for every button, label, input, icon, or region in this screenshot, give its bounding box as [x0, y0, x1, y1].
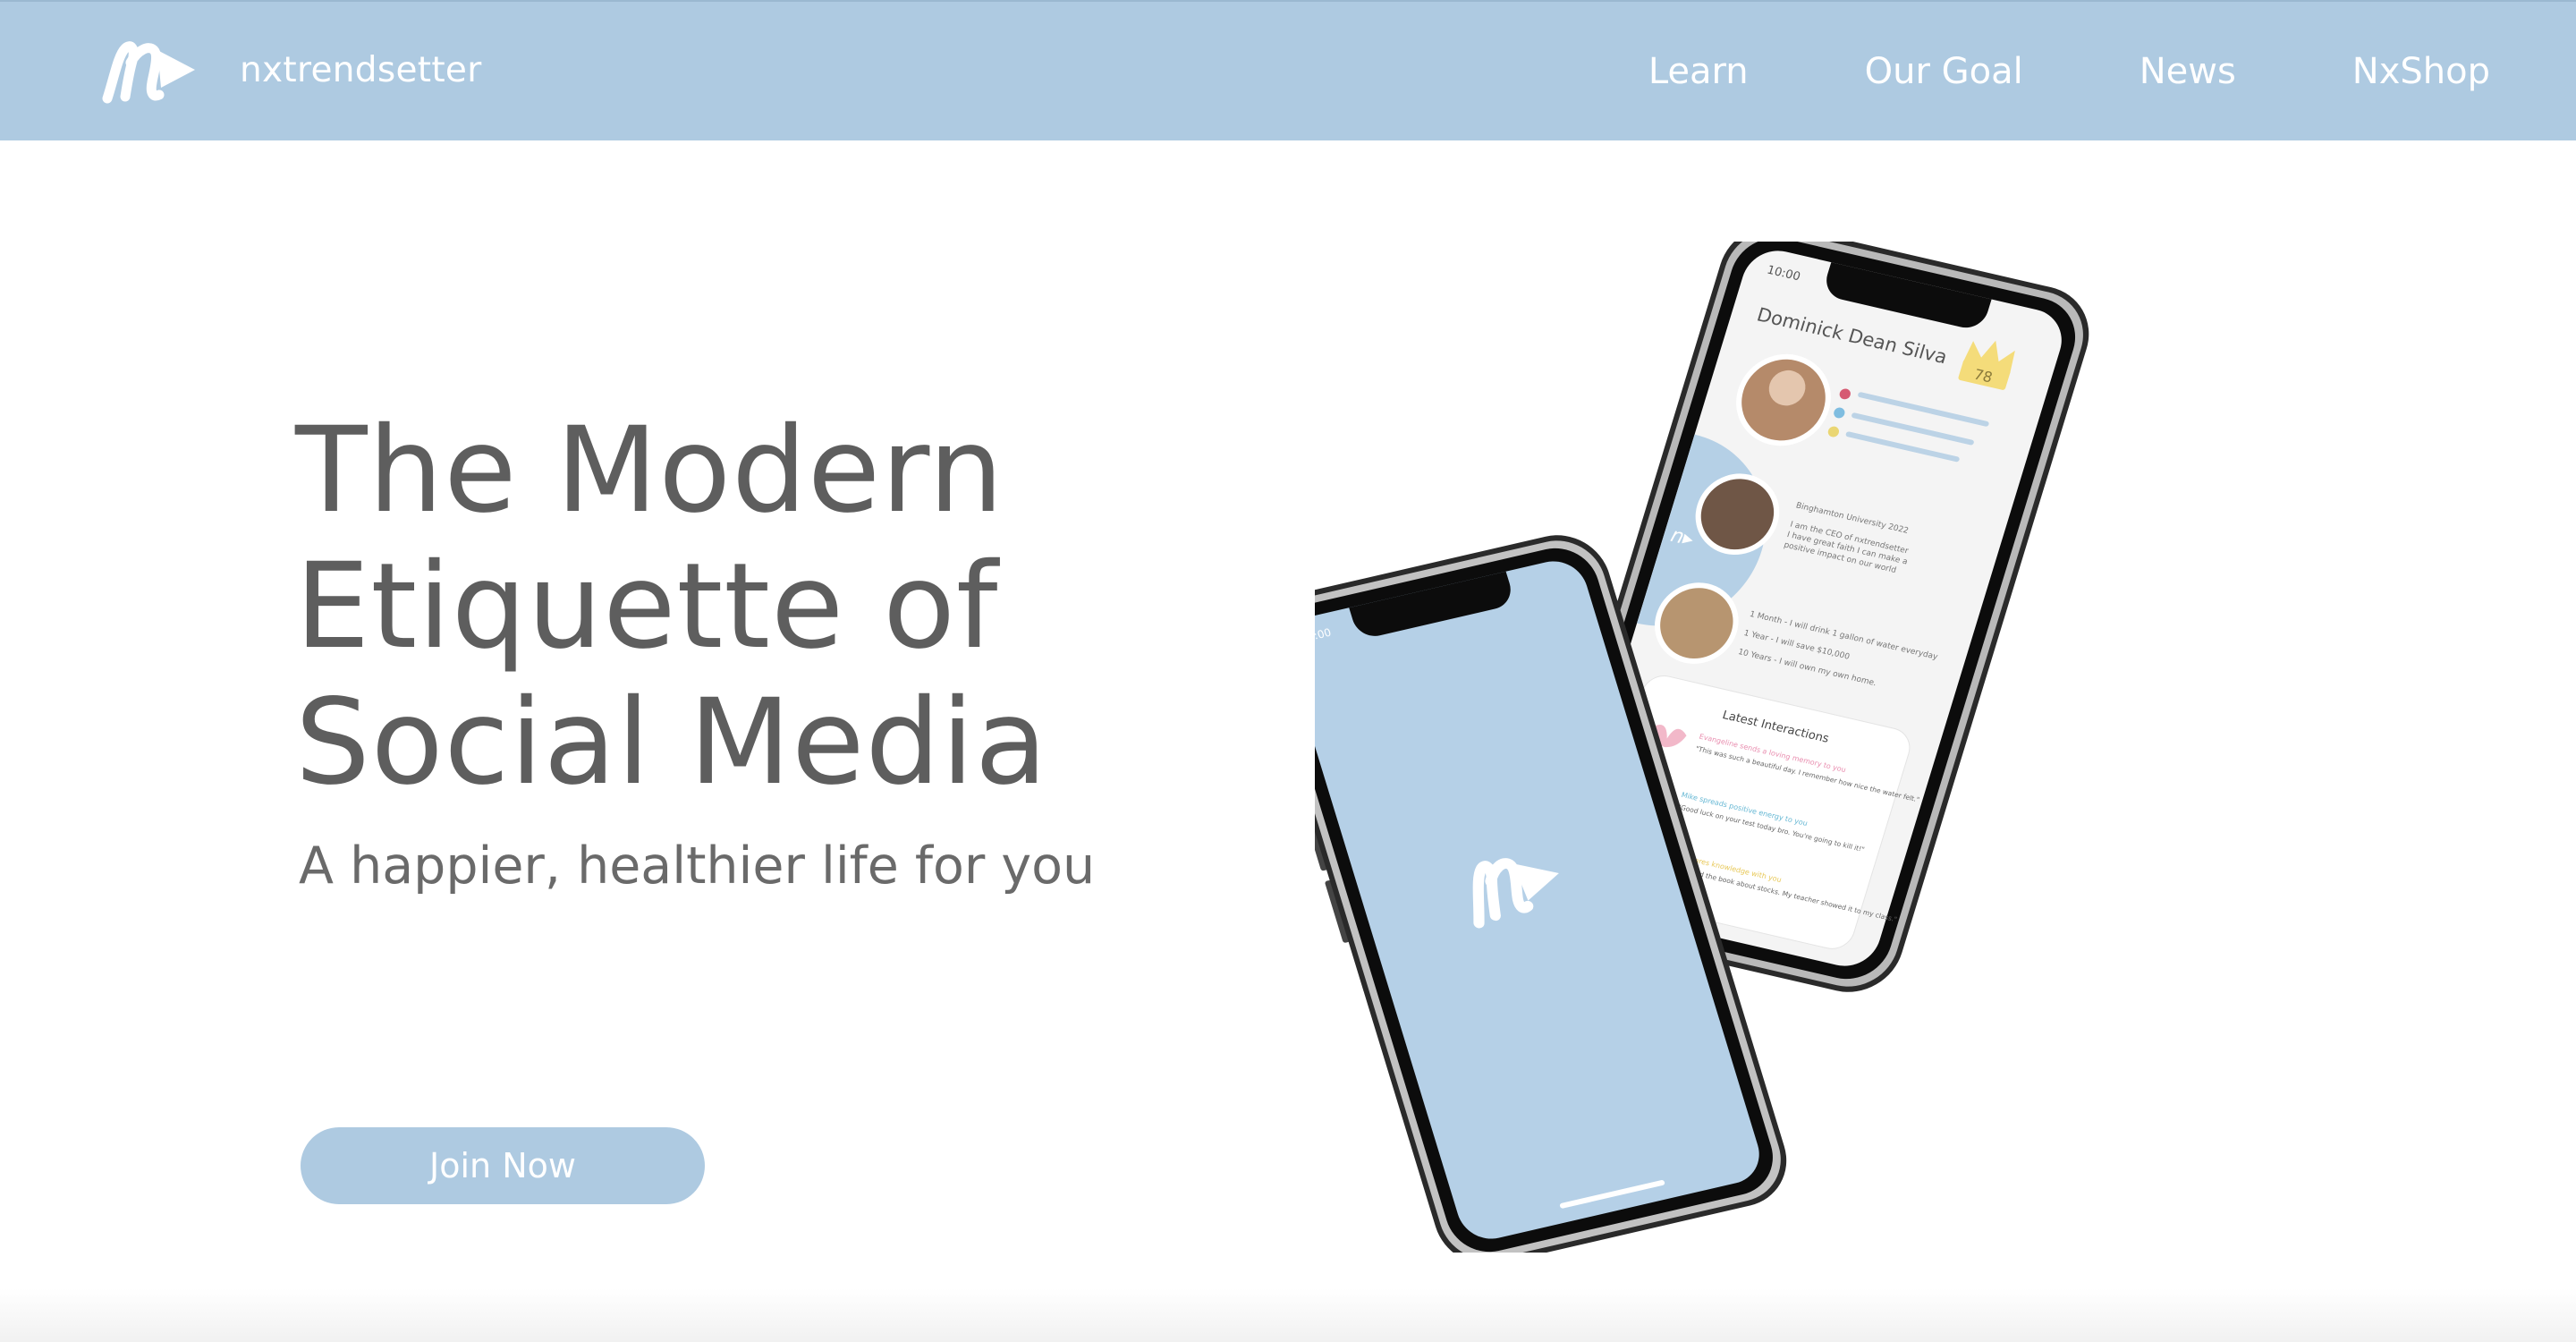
nav-link-learn[interactable]: Learn: [1648, 47, 1749, 97]
nx-play-logo-icon: [102, 41, 195, 104]
nav-link-nxshop[interactable]: NxShop: [2352, 47, 2490, 97]
top-navbar: nxtrendsetter Learn Our Goal News NxShop: [0, 0, 2576, 140]
hero-subtitle: A happier, healthier life for you: [299, 837, 1096, 896]
brand[interactable]: nxtrendsetter: [98, 30, 481, 111]
nav-link-news[interactable]: News: [2140, 47, 2236, 97]
join-now-button[interactable]: Join Now: [301, 1127, 705, 1204]
bottom-shadow: [0, 1288, 2576, 1342]
phone-mockup-image: 10:00 Dominick Dean Silva 78 n▸ Binghamt…: [1315, 242, 2089, 1253]
nav-link-our-goal[interactable]: Our Goal: [1865, 47, 2023, 97]
brand-name: nxtrendsetter: [240, 50, 482, 90]
hero-title: The Modern Etiquette of Social Media: [295, 403, 1100, 811]
hero-title-line-2: Etiquette of: [295, 538, 999, 675]
hero-title-line-1: The Modern: [295, 402, 1004, 539]
main-nav: Learn Our Goal News NxShop: [1648, 47, 2490, 97]
hero-title-line-3: Social Media: [295, 674, 1048, 811]
